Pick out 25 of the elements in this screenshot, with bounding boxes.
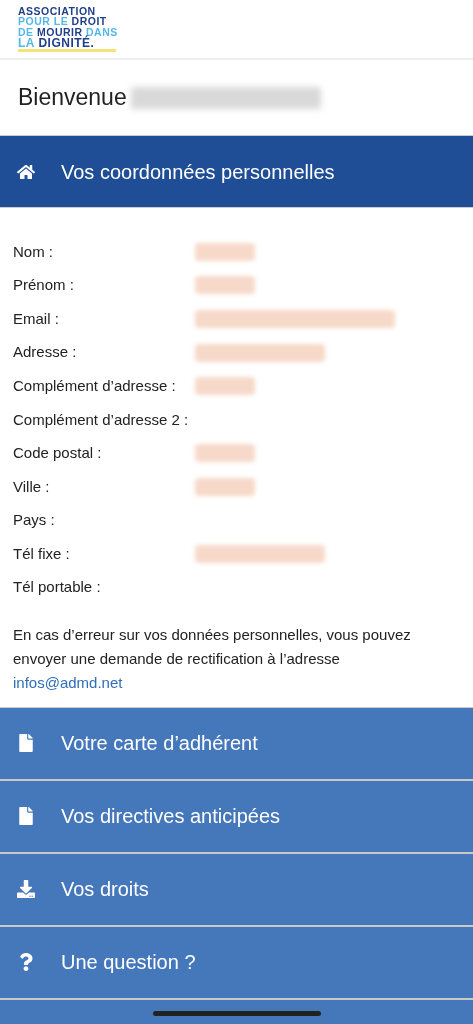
section-header[interactable]: Vos coordonnées personnelles <box>0 136 473 208</box>
email-link[interactable]: infos@admd.net <box>13 673 123 691</box>
menu-item[interactable]: Vos droits <box>0 853 473 927</box>
menu-item[interactable]: Vos directives anticipées <box>0 780 473 854</box>
field-label: Prénom : <box>13 275 75 296</box>
question-icon <box>17 953 35 972</box>
field-label: Ville : <box>13 476 51 497</box>
menu-item[interactable]: Une question ? <box>0 926 473 1000</box>
field-label: Tél portable : <box>13 577 102 598</box>
field-label: Adresse : <box>13 342 78 363</box>
field-label: Nom : <box>13 241 54 262</box>
file-icon <box>17 807 35 826</box>
menu-item[interactable]: Votre carte d’adhérent <box>0 707 473 781</box>
file-icon <box>17 734 35 753</box>
home-icon <box>17 162 35 181</box>
field-label: Pays : <box>13 510 56 531</box>
field-label: Tél fixe : <box>13 543 71 564</box>
field-label: Complément d’adresse : <box>13 375 177 396</box>
welcome-heading: Bienvenue <box>18 83 127 113</box>
field-label: Email : <box>13 308 60 329</box>
download-icon <box>17 880 35 899</box>
notice-text: En cas d’erreur sur vos données personnelles, vous pouvez envoyer une demande de rectification à l’adresse infos@admd.net <box>13 624 412 693</box>
field-label: Code postal : <box>13 443 103 464</box>
field-label: Complément d’adresse 2 : <box>13 409 190 430</box>
logo: ASSOCIATION POUR LE DROIT DE MOURIR DANS LA DIGNITÉ. <box>18 5 118 53</box>
